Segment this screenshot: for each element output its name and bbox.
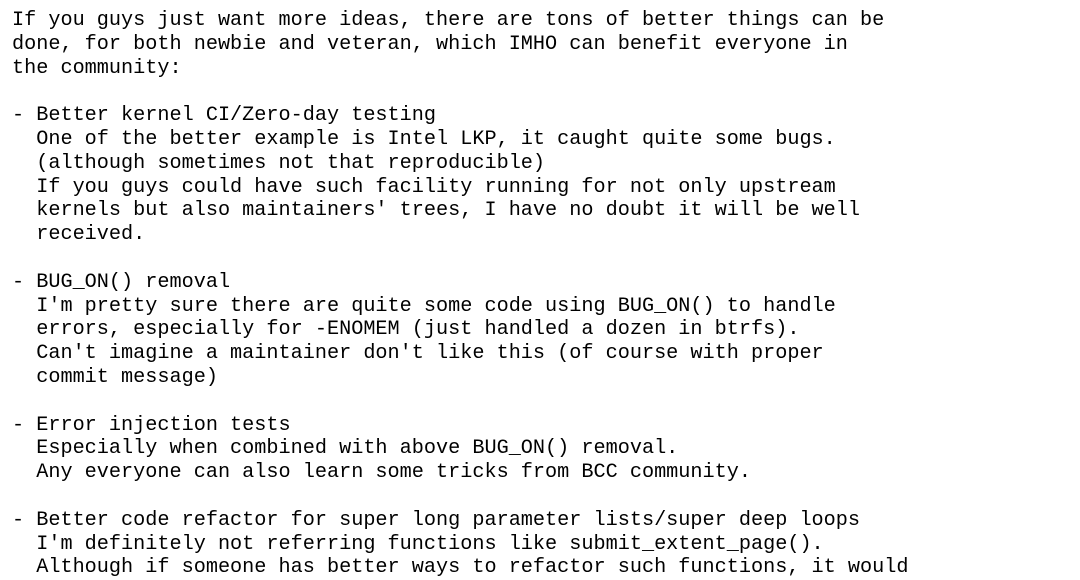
text-line: (although sometimes not that reproducibl… bbox=[12, 151, 546, 175]
text-line: Any everyone can also learn some tricks … bbox=[12, 461, 751, 485]
text-line: the community: bbox=[12, 56, 182, 80]
text-line: - Better kernel CI/Zero-day testing bbox=[12, 104, 437, 128]
text-line: I'm pretty sure there are quite some cod… bbox=[12, 294, 836, 318]
text-line: done, for both newbie and veteran, which… bbox=[12, 32, 848, 56]
text-line: received. bbox=[12, 223, 146, 247]
text-line: - Better code refactor for super long pa… bbox=[12, 508, 861, 532]
text-line: One of the better example is Intel LKP, … bbox=[12, 127, 836, 151]
text-line: - Error injection tests bbox=[12, 413, 291, 437]
text-line: If you guys could have such facility run… bbox=[12, 175, 836, 199]
text-line: - BUG_ON() removal bbox=[12, 270, 231, 294]
text-line: I'm definitely not referring functions l… bbox=[12, 532, 824, 556]
text-line: errors, especially for -ENOMEM (just han… bbox=[12, 318, 800, 342]
text-line: commit message) bbox=[12, 365, 218, 389]
document-body: If you guys just want more ideas, there … bbox=[12, 9, 1068, 580]
text-line: kernels but also maintainers' trees, I h… bbox=[12, 199, 861, 223]
text-line: Can't imagine a maintainer don't like th… bbox=[12, 342, 824, 366]
text-line: If you guys just want more ideas, there … bbox=[12, 9, 885, 32]
text-line: Although if someone has better ways to r… bbox=[12, 556, 909, 580]
text-line: Especially when combined with above BUG_… bbox=[12, 437, 679, 461]
